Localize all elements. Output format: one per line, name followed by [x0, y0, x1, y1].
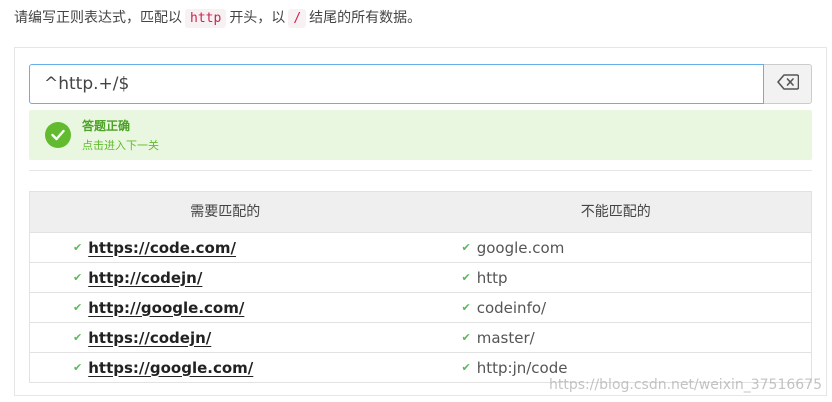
check-icon: ✔: [461, 331, 471, 344]
table-row: ✔ https://code.com/ ✔ google.com: [30, 232, 811, 262]
match-text: http://codejn/: [88, 268, 203, 287]
check-icon: ✔: [73, 271, 83, 284]
match-cell: ✔ https://codejn/: [30, 323, 421, 352]
question-prefix: 请编写正则表达式，匹配以: [14, 10, 182, 26]
next-level-link[interactable]: 点击进入下一关: [82, 137, 159, 153]
table-row: ✔ http://google.com/ ✔ codeinfo/: [30, 292, 811, 322]
match-cell: ✔ https://code.com/: [30, 233, 421, 262]
match-text: https://codejn/: [88, 328, 212, 347]
nomatch-text: http:jn/code: [476, 358, 568, 377]
check-icon: ✔: [461, 361, 471, 374]
nomatch-cell: ✔ master/: [421, 323, 812, 352]
code-slash: /: [288, 9, 307, 28]
nomatch-cell: ✔ google.com: [421, 233, 812, 262]
regex-input[interactable]: [29, 64, 764, 104]
match-text: https://code.com/: [88, 238, 236, 257]
table-row: ✔ https://codejn/ ✔ master/: [30, 322, 811, 352]
check-icon: ✔: [73, 301, 83, 314]
match-cell: ✔ http://codejn/: [30, 263, 421, 292]
header-should-not-match: 不能匹配的: [580, 204, 651, 220]
nomatch-text: google.com: [476, 238, 565, 257]
clear-button[interactable]: [764, 64, 812, 104]
match-text: https://google.com/: [88, 358, 254, 377]
watermark: https://blog.csdn.net/weixin_37516675: [548, 377, 822, 393]
check-icon: ✔: [461, 301, 471, 314]
backspace-icon: [776, 74, 799, 94]
question-text: 请编写正则表达式，匹配以 http 开头，以 / 结尾的所有数据。: [14, 7, 421, 30]
question-suffix: 结尾的所有数据。: [309, 10, 422, 26]
regex-input-row: [29, 64, 812, 104]
match-cell: ✔ http://google.com/: [30, 293, 421, 322]
match-cell: ✔ https://google.com/: [30, 353, 421, 382]
success-title: 答题正确: [82, 119, 131, 133]
question-middle: 开头，以: [229, 10, 286, 26]
nomatch-text: codeinfo/: [476, 298, 547, 317]
check-icon: ✔: [73, 361, 83, 374]
nomatch-cell: ✔ codeinfo/: [421, 293, 812, 322]
code-http: http: [185, 9, 227, 28]
check-icon: ✔: [461, 241, 471, 254]
table-row: ✔ http://codejn/ ✔ http: [30, 262, 811, 292]
check-icon: ✔: [461, 271, 471, 284]
check-circle-icon: [45, 122, 71, 148]
header-should-match: 需要匹配的: [190, 204, 261, 220]
nomatch-text: http: [476, 268, 508, 287]
match-text: http://google.com/: [88, 298, 245, 317]
nomatch-text: master/: [476, 328, 535, 347]
divider: [29, 170, 812, 171]
nomatch-cell: ✔ http: [421, 263, 812, 292]
check-icon: ✔: [73, 331, 83, 344]
success-message[interactable]: 答题正确 点击进入下一关: [29, 110, 812, 160]
exercise-panel: 答题正确 点击进入下一关 需要匹配的 不能匹配的 ✔ https://code.c…: [14, 47, 827, 396]
check-icon: ✔: [73, 241, 83, 254]
table-header: 需要匹配的 不能匹配的: [30, 192, 811, 232]
test-cases-table: 需要匹配的 不能匹配的 ✔ https://code.com/ ✔ google.c…: [29, 191, 812, 383]
